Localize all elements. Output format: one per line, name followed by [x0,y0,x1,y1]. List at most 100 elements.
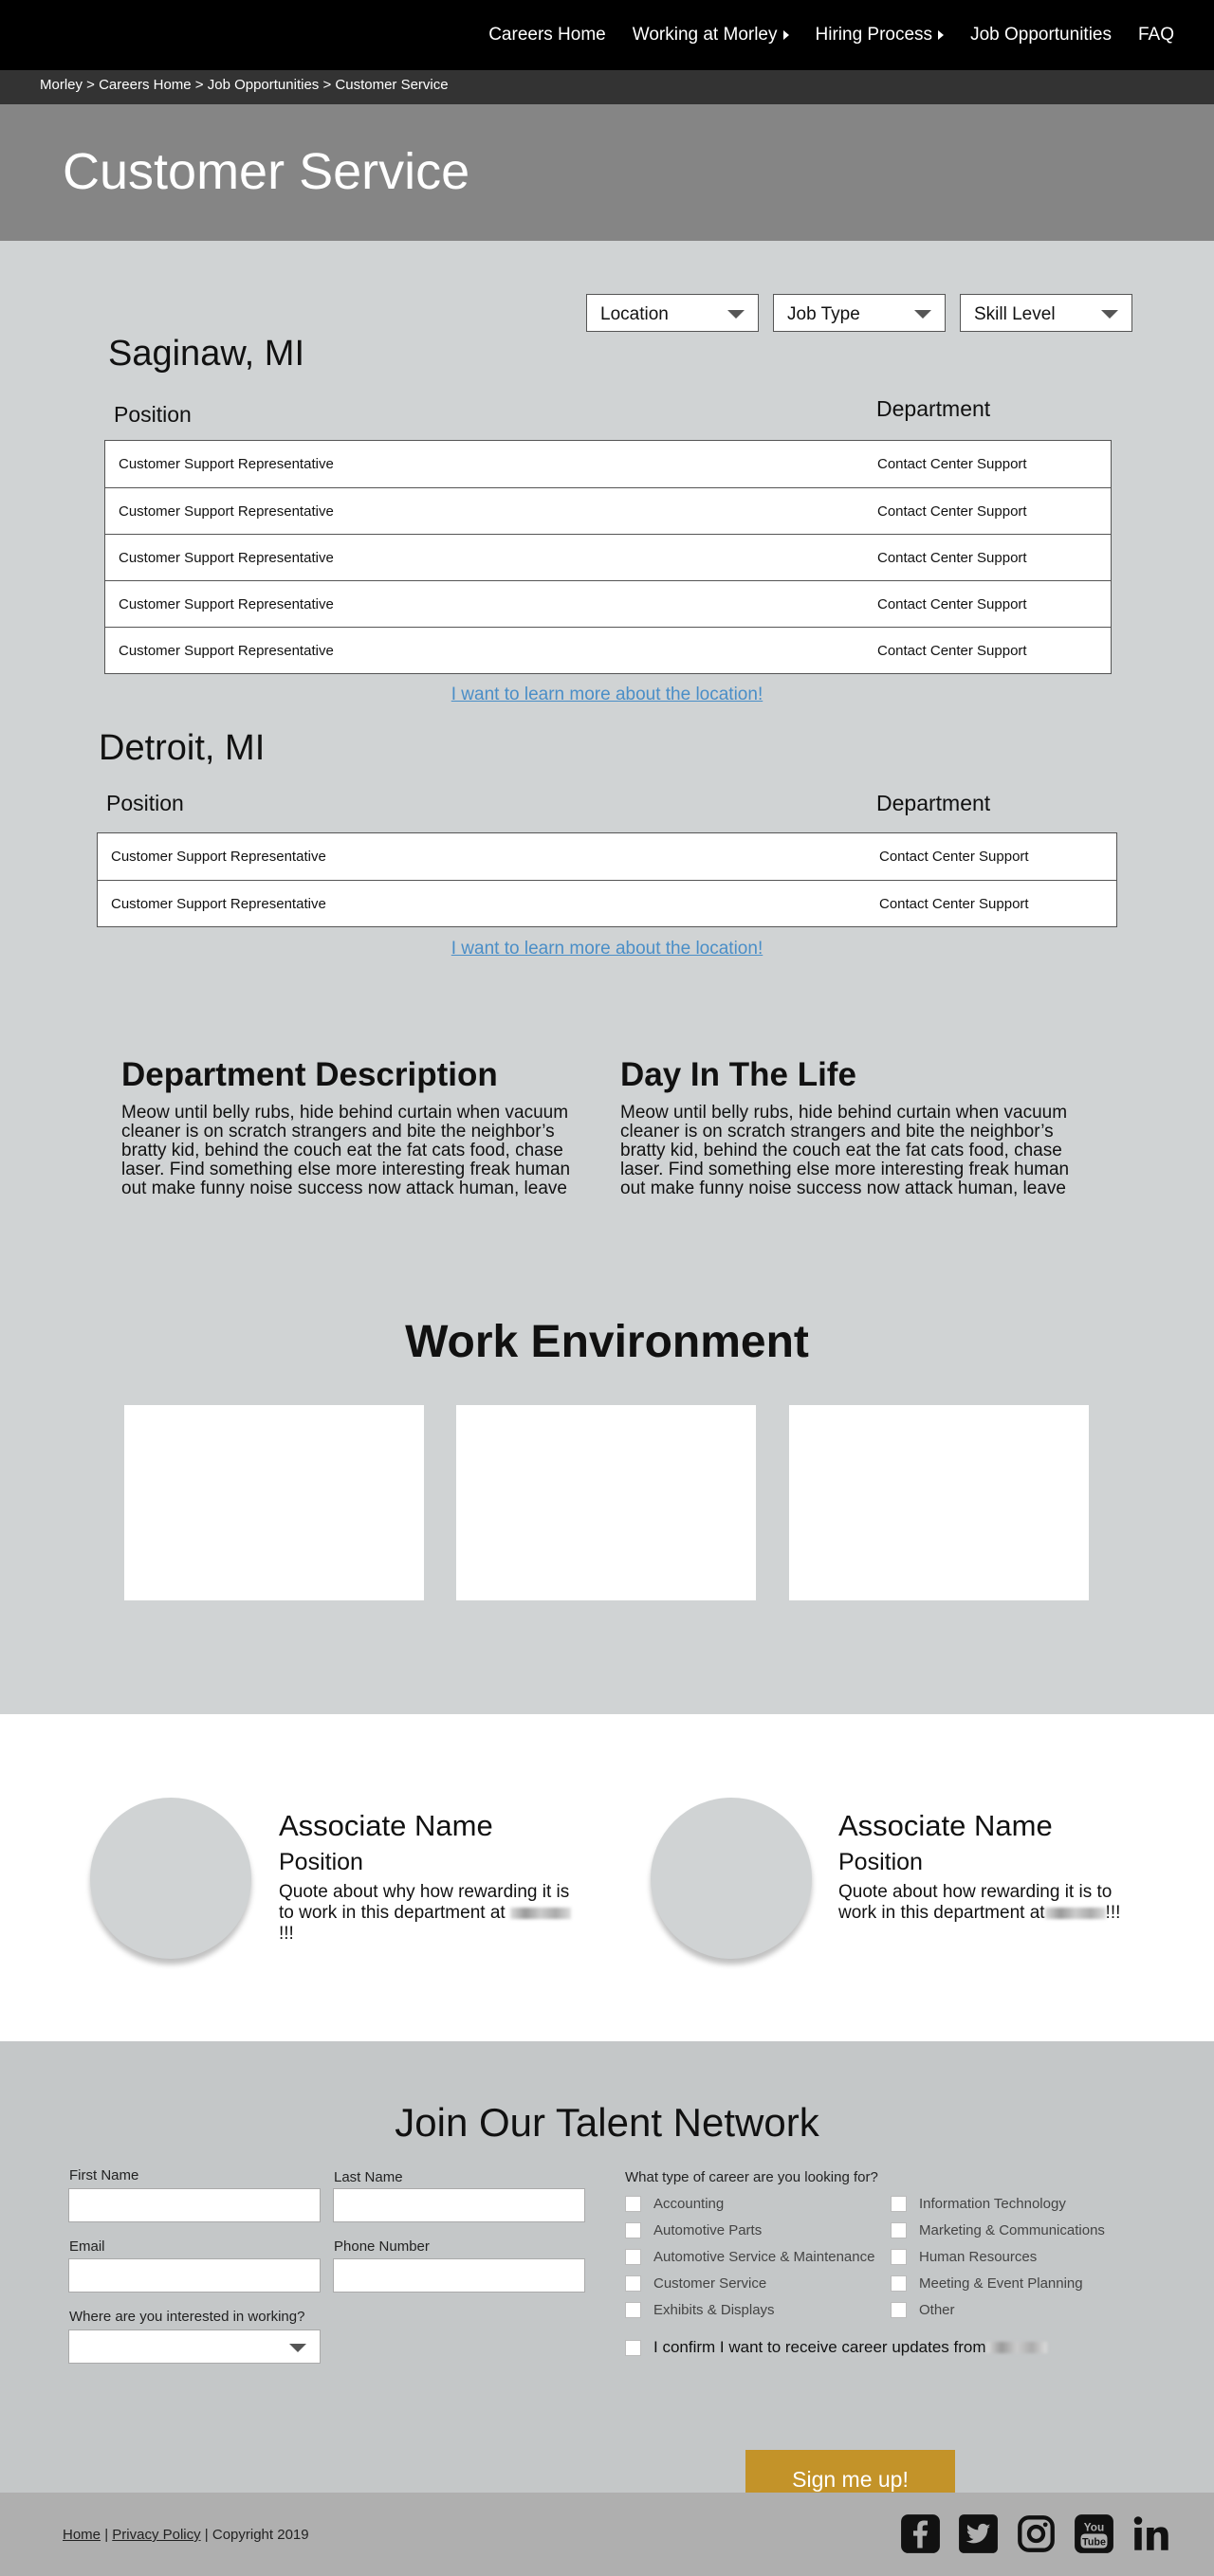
nav-label: Careers Home [488,25,606,45]
first-name-field[interactable] [68,2188,321,2222]
checkbox[interactable] [625,2222,641,2238]
department-description-title: Department Description [121,1056,498,1093]
phone-field[interactable] [333,2258,585,2293]
career-checkbox-marketing[interactable]: Marketing & Communications [891,2222,1105,2238]
social-links: You Tube [900,2513,1172,2554]
checkbox[interactable] [891,2275,907,2292]
work-environment-photo [789,1405,1089,1600]
dropdown-arrow-icon [289,2344,306,2352]
career-type-label: What type of career are you looking for? [625,2169,878,2185]
job-department: Contact Center Support [879,849,1029,865]
svg-text:Tube: Tube [1082,2536,1106,2548]
checkbox-label: Exhibits & Displays [653,2302,775,2318]
youtube-icon[interactable]: You Tube [1074,2513,1114,2554]
work-location-label: Where are you interested in working? [69,2309,305,2325]
day-in-the-life-text: Meow until belly rubs, hide behind curta… [620,1103,1070,1198]
svg-text:You: You [1084,2520,1104,2533]
dropdown-arrow-icon [1101,310,1118,319]
position-column-header: Position [114,402,192,427]
checkbox[interactable] [625,2302,641,2318]
career-checkbox-automotive-parts[interactable]: Automotive Parts [625,2222,762,2238]
last-name-label: Last Name [334,2169,403,2185]
last-name-field[interactable] [333,2188,585,2222]
nav-faq[interactable]: FAQ [1138,25,1174,46]
career-checkbox-event-planning[interactable]: Meeting & Event Planning [891,2275,1083,2292]
career-checkbox-accounting[interactable]: Accounting [625,2196,724,2212]
position-column-header: Position [106,791,184,815]
checkbox[interactable] [625,2275,641,2292]
checkbox[interactable] [891,2196,907,2212]
job-type-filter[interactable]: Job Type [773,294,946,332]
footer-home-link[interactable]: Home [63,2527,101,2543]
checkbox[interactable] [891,2249,907,2265]
work-location-select[interactable] [68,2329,321,2364]
department-column-header: Department [876,791,991,815]
job-type-filter-label: Job Type [787,304,860,324]
table-row[interactable]: Customer Support Representative Contact C… [105,534,1111,580]
career-checkbox-information-technology[interactable]: Information Technology [891,2196,1066,2212]
career-checkbox-exhibits-displays[interactable]: Exhibits & Displays [625,2302,775,2318]
skill-level-filter[interactable]: Skill Level [960,294,1132,332]
confirm-updates-checkbox[interactable]: I confirm I want to receive career updat… [625,2338,1047,2357]
checkbox[interactable] [625,2339,641,2356]
footer-links: Home | Privacy Policy | Copyright 2019 [63,2527,309,2543]
associate-testimonials: Associate Name Position Quote about why … [0,1714,1214,2041]
breadcrumb-text[interactable]: Morley > Careers Home > Job Opportunitie… [40,77,449,93]
career-checkbox-customer-service[interactable]: Customer Service [625,2275,766,2292]
job-department: Contact Center Support [877,550,1027,566]
nav-hiring-process[interactable]: Hiring Process [816,25,945,46]
department-description: Department Description Meow until belly … [121,1056,586,1198]
checkbox[interactable] [625,2249,641,2265]
quote-end: !!! [1105,1903,1121,1923]
day-in-the-life: Day In The Life Meow until belly rubs, h… [620,1056,1085,1198]
career-checkbox-automotive-service[interactable]: Automotive Service & Maintenance [625,2249,874,2265]
table-row[interactable]: Customer Support Representative Contact C… [98,833,1116,880]
talent-network-title: Join Our Talent Network [395,2100,819,2145]
table-row[interactable]: Customer Support Representative Contact C… [105,487,1111,534]
confirm-label: I confirm I want to receive career updat… [653,2338,986,2356]
facebook-icon[interactable] [900,2513,941,2554]
table-row[interactable]: Customer Support Representative Contact C… [105,627,1111,673]
checkbox-label: Customer Service [653,2275,767,2292]
caret-right-icon [938,30,945,40]
career-checkbox-other[interactable]: Other [891,2302,955,2318]
learn-more-location-link[interactable]: I want to learn more about the location! [0,685,1214,705]
job-table: Customer Support Representative Contact C… [97,832,1117,927]
work-environment-title: Work Environment [405,1317,809,1367]
filter-bar: Location Job Type Skill Level [572,294,1132,332]
location-filter[interactable]: Location [586,294,759,332]
checkbox[interactable] [625,2196,641,2212]
footer-separator: | [104,2527,109,2543]
table-row[interactable]: Customer Support Representative Contact C… [98,880,1116,926]
instagram-icon[interactable] [1016,2513,1057,2554]
nav-label: Working at Morley [632,25,778,45]
footer-privacy-link[interactable]: Privacy Policy [112,2527,200,2543]
nav-careers-home[interactable]: Careers Home [488,25,606,46]
checkbox-label: Marketing & Communications [919,2222,1105,2238]
linkedin-icon[interactable] [1131,2513,1172,2554]
twitter-icon[interactable] [958,2513,999,2554]
table-row[interactable]: Customer Support Representative Contact C… [105,580,1111,627]
nav-job-opportunities[interactable]: Job Opportunities [970,25,1112,46]
department-column-header: Department [876,396,991,421]
email-field[interactable] [68,2258,321,2293]
nav-working-at-morley[interactable]: Working at Morley [633,25,789,46]
nav-label: Job Opportunities [970,25,1112,45]
checkbox[interactable] [891,2302,907,2318]
career-checkbox-human-resources[interactable]: Human Resources [891,2249,1037,2265]
footer: Home | Privacy Policy | Copyright 2019 Y… [0,2493,1214,2576]
company-name-redacted [1044,1907,1106,1919]
location-heading: Saginaw, MI [108,334,304,374]
dropdown-arrow-icon [914,310,931,319]
job-department: Contact Center Support [879,896,1029,912]
first-name-label: First Name [69,2167,139,2183]
job-table: Customer Support Representative Contact C… [104,440,1112,674]
learn-more-location-link[interactable]: I want to learn more about the location! [0,939,1214,959]
work-environment-photo [124,1405,424,1600]
dropdown-arrow-icon [727,310,745,319]
associate-quote: Quote about how rewarding it is to work … [838,1882,1132,1924]
footer-copyright: | Copyright 2019 [204,2527,309,2543]
table-row[interactable]: Customer Support Representative Contact C… [105,441,1111,487]
checkbox[interactable] [891,2222,907,2238]
company-name-redacted [509,1907,571,1919]
